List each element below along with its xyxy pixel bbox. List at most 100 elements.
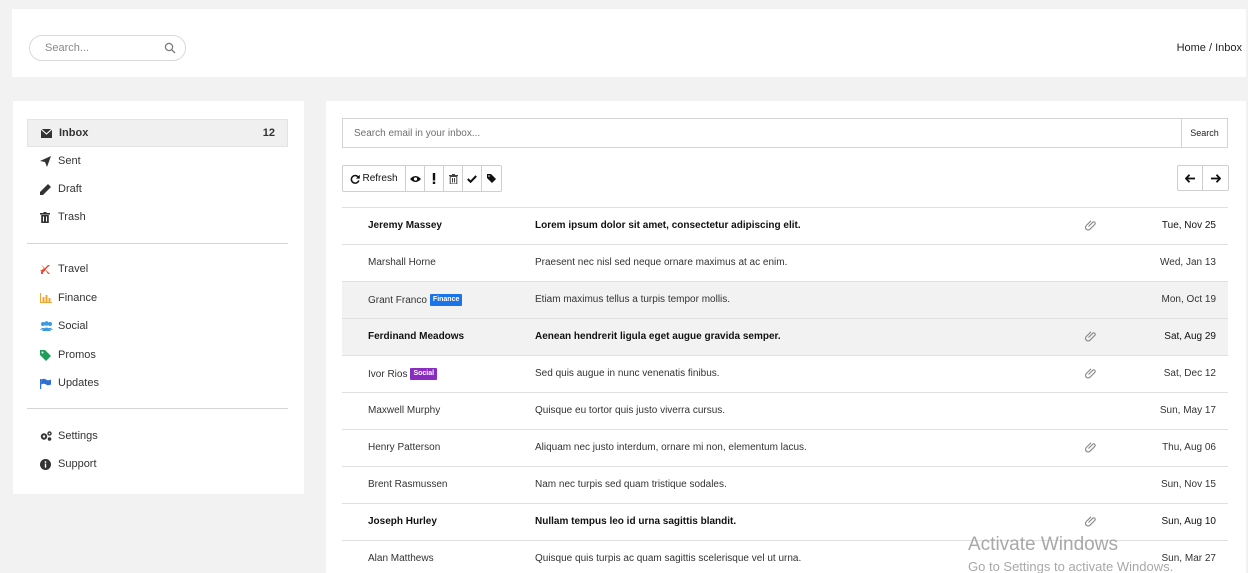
sidebar-item-label: Updates [58,377,99,389]
cogs-icon [40,431,56,441]
mark-done-button[interactable] [463,166,482,191]
email-row[interactable]: Ivor Rios Social Sed quis augue in nunc ve… [342,355,1228,392]
email-label-badge: Finance [429,294,463,306]
email-sender-cell: Alan Matthews [368,553,434,564]
email-sender-cell: Jeremy Massey [368,220,442,231]
paper-plane-icon [40,155,56,167]
pencil-icon [40,183,56,195]
refresh-label: Refresh [362,173,398,184]
email-list: Jeremy Massey Lorem ipsum dolor sit amet,… [342,207,1228,573]
sidebar-item-trash[interactable]: Trash [27,203,288,231]
email-date: Sat, Dec 12 [1163,368,1216,379]
email-date: Sun, Mar 27 [1161,553,1216,564]
arrow-right-icon [1210,173,1221,183]
email-row[interactable]: Marshall Horne Praesent nec nisl sed nequ… [342,244,1228,281]
sidebar-item-label: Social [58,320,88,332]
email-sender-cell: Grant Franco Finance [368,294,463,306]
email-date: Thu, Aug 06 [1162,442,1216,453]
check-icon [467,174,477,183]
email-date: Sun, May 17 [1159,405,1216,416]
mail-sidebar: Inbox 12 Sent Draft Trash Travel Finance [13,101,304,494]
arrow-left-icon [1185,173,1195,183]
email-row[interactable]: Brent Rasmussen Nam nec turpis sed quam t… [342,466,1228,503]
sidebar-item-inbox[interactable]: Inbox 12 [27,119,288,147]
pagination-controls [1177,165,1229,191]
global-search-input[interactable]: Search... [29,35,186,61]
bar-chart-icon [40,293,56,303]
global-search-placeholder: Search... [45,42,90,54]
email-subject: Quisque eu tortor quis justo viverra cur… [535,405,726,416]
email-subject: Aenean hendrerit ligula eget augue gravi… [535,331,781,342]
sidebar-item-social[interactable]: Social [27,312,288,340]
delete-button[interactable] [444,166,463,191]
sidebar-item-label: Promos [58,349,96,361]
email-subject: Lorem ipsum dolor sit amet, consectetur … [535,220,801,231]
exclamation-icon [432,173,436,184]
sidebar-item-label: Support [58,458,97,470]
sidebar-item-draft[interactable]: Draft [27,175,288,203]
email-date: Mon, Oct 19 [1161,294,1216,305]
tag-icon [40,349,56,361]
sidebar-item-finance[interactable]: Finance [27,284,288,312]
email-sender: Jeremy Massey [368,220,442,231]
sidebar-item-sent[interactable]: Sent [27,147,288,175]
email-sender-cell: Joseph Hurley [368,516,437,527]
email-date: Sun, Nov 15 [1160,479,1216,490]
email-sender: Joseph Hurley [368,516,437,527]
email-row[interactable]: Joseph Hurley Nullam tempus leo id urna s… [342,503,1228,540]
inbox-search-input[interactable]: Search email in your inbox... Search [342,118,1228,148]
flag-icon [40,378,56,389]
email-subject: Nullam tempus leo id urna sagittis bland… [535,516,737,527]
email-sender: Brent Rasmussen [368,479,448,490]
sidebar-item-settings[interactable]: Settings [27,422,288,450]
email-row[interactable]: Ferdinand Meadows Aenean hendrerit ligula… [342,318,1228,355]
sidebar-item-promos[interactable]: Promos [27,341,288,369]
sidebar-item-support[interactable]: Support [27,450,288,478]
email-sender: Alan Matthews [368,553,434,564]
prev-page-button[interactable] [1178,166,1203,190]
email-sender-cell: Ferdinand Meadows [368,331,464,342]
email-row[interactable]: Maxwell Murphy Quisque eu tortor quis jus… [342,392,1228,429]
inbox-search-button[interactable]: Search [1181,119,1227,147]
envelope-icon [41,128,57,138]
email-row[interactable]: Alan Matthews Quisque quis turpis ac quam… [342,540,1228,573]
email-subject: Etiam maximus tellus a turpis tempor mol… [535,294,731,305]
paperclip-icon [1085,220,1096,231]
label-button[interactable] [482,166,501,191]
email-sender: Grant Franco [368,294,427,306]
paperclip-icon [1085,516,1096,527]
next-page-button[interactable] [1203,166,1228,190]
email-row[interactable]: Grant Franco Finance Etiam maximus tellus … [342,281,1228,318]
sidebar-item-label: Inbox [59,127,89,139]
email-label-badge: Social [410,368,438,380]
breadcrumb[interactable]: Home / Inbox [1177,42,1242,54]
paperclip-icon [1085,442,1096,453]
mark-read-button[interactable] [406,166,425,191]
sidebar-item-label: Settings [58,430,98,442]
top-header: Search... Home / Inbox [12,9,1246,77]
inbox-search-placeholder: Search email in your inbox... [354,128,481,139]
sidebar-item-updates[interactable]: Updates [27,369,288,397]
sidebar-item-label: Sent [58,155,81,167]
email-subject: Aliquam nec justo interdum, ornare mi no… [535,442,807,453]
sidebar-divider [27,408,288,409]
paperclip-icon [1085,368,1096,379]
mail-panel: Search email in your inbox... Search Ref… [326,101,1246,573]
sidebar-item-label: Travel [58,263,89,275]
inbox-count-badge: 12 [262,127,275,139]
tag-icon [487,174,496,183]
sidebar-divider [27,243,288,244]
email-sender-cell: Ivor Rios Social [368,368,438,380]
sidebar-item-label: Trash [58,211,86,223]
email-row[interactable]: Jeremy Massey Lorem ipsum dolor sit amet,… [342,207,1228,244]
email-sender: Maxwell Murphy [368,405,441,416]
search-icon[interactable] [164,42,176,54]
mark-important-button[interactable] [425,166,444,191]
sidebar-item-travel[interactable]: Travel [27,255,288,283]
mail-toolbar: Refresh [342,165,502,192]
email-sender: Marshall Horne [368,257,436,268]
email-subject: Nam nec turpis sed quam tristique sodale… [535,479,727,490]
refresh-icon [351,174,361,184]
refresh-button[interactable]: Refresh [343,166,406,191]
email-row[interactable]: Henry Patterson Aliquam nec justo interdu… [342,429,1228,466]
